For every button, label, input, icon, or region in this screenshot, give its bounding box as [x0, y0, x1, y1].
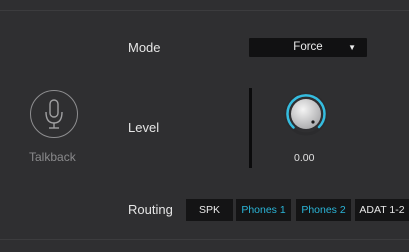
talkback-panel: Talkback Mode Force ▼ Level 0.00 Routing… — [0, 0, 409, 252]
routing-label: Routing — [128, 202, 173, 217]
level-value: 0.00 — [294, 152, 315, 164]
level-label: Level — [128, 120, 160, 135]
routing-phones1-button[interactable]: Phones 1 — [236, 199, 291, 221]
routing-phones2-button[interactable]: Phones 2 — [296, 199, 351, 221]
mode-selected-value: Force — [293, 41, 323, 53]
routing-adat-button[interactable]: ADAT 1-2 — [355, 199, 409, 221]
mode-dropdown[interactable]: Force ▼ — [249, 38, 367, 57]
top-divider — [0, 10, 409, 11]
routing-spk-button[interactable]: SPK — [186, 199, 233, 221]
bottom-divider — [0, 239, 409, 240]
level-meter — [249, 88, 252, 168]
talkback-button[interactable] — [30, 90, 78, 138]
mode-label: Mode — [128, 40, 161, 55]
chevron-down-icon: ▼ — [348, 43, 356, 52]
knob-graphic — [284, 92, 328, 136]
microphone-icon — [45, 99, 63, 129]
talkback-label: Talkback — [29, 150, 76, 164]
level-knob[interactable] — [283, 91, 329, 137]
